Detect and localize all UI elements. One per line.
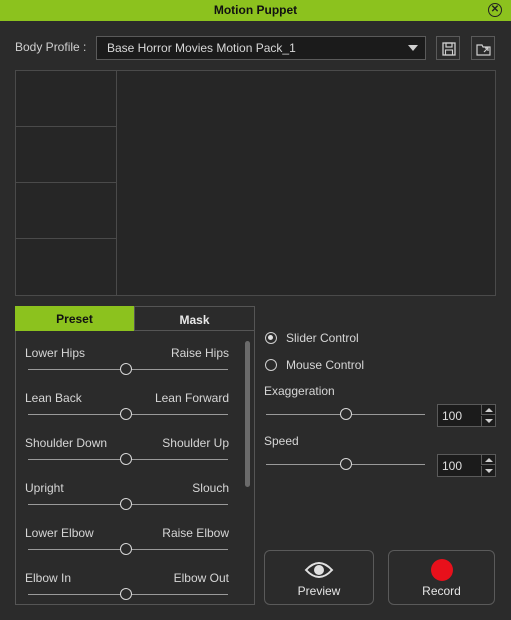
body-profile-dropdown[interactable]: Base Horror Movies Motion Pack_1 bbox=[96, 36, 426, 60]
preview-label: Preview bbox=[297, 584, 341, 598]
record-button[interactable]: Record bbox=[388, 550, 495, 605]
slider-control-label: Slider Control bbox=[286, 331, 359, 345]
speed-spinbox[interactable]: 100 bbox=[437, 454, 496, 477]
preset-slider-row: Lean Back Lean Forward bbox=[16, 391, 246, 436]
speed-label: Speed bbox=[264, 434, 299, 448]
tab-mask[interactable]: Mask bbox=[134, 306, 255, 331]
exaggeration-label: Exaggeration bbox=[264, 384, 335, 398]
thumbnail-slot[interactable] bbox=[16, 183, 116, 239]
slider-min-label: Upright bbox=[25, 481, 64, 495]
exaggeration-slider-handle[interactable] bbox=[340, 408, 352, 420]
preset-slider-row: Upright Slouch bbox=[16, 481, 246, 526]
import-profile-button[interactable] bbox=[471, 36, 495, 60]
speed-value: 100 bbox=[442, 459, 463, 473]
exaggeration-value: 100 bbox=[442, 409, 463, 423]
preview-button[interactable]: Preview bbox=[264, 550, 374, 605]
body-profile-value: Base Horror Movies Motion Pack_1 bbox=[107, 41, 296, 55]
slider-min-label: Elbow In bbox=[25, 571, 72, 585]
slider-max-label: Raise Elbow bbox=[162, 526, 229, 540]
record-label: Record bbox=[422, 584, 461, 598]
slider-max-label: Shoulder Up bbox=[162, 436, 229, 450]
radio-selected-icon bbox=[265, 332, 277, 344]
slider-min-label: Lower Elbow bbox=[25, 526, 94, 540]
record-icon bbox=[430, 559, 453, 581]
slider-min-label: Shoulder Down bbox=[25, 436, 108, 450]
spin-down-icon[interactable] bbox=[481, 416, 495, 426]
thumbnail-slot[interactable] bbox=[16, 127, 116, 183]
spin-up-icon[interactable] bbox=[481, 455, 495, 465]
preset-mask-tabs: Preset Mask bbox=[15, 306, 255, 331]
body-profile-label: Body Profile : bbox=[15, 40, 87, 54]
spin-down-icon[interactable] bbox=[481, 466, 495, 476]
title-bar: Motion Puppet ✕ bbox=[0, 0, 511, 21]
preset-slider-row: Lower Hips Raise Hips bbox=[16, 346, 246, 391]
thumbnail-column bbox=[16, 71, 117, 295]
close-icon[interactable]: ✕ bbox=[488, 3, 502, 17]
save-icon bbox=[442, 42, 456, 56]
preset-panel: Lower Hips Raise Hips Lean Back Lean For… bbox=[15, 331, 255, 605]
slider-max-label: Raise Hips bbox=[170, 346, 229, 360]
window-title: Motion Puppet bbox=[213, 3, 298, 17]
slider-max-label: Slouch bbox=[192, 481, 229, 495]
preset-slider-row: Shoulder Down Shoulder Up bbox=[16, 436, 246, 481]
spin-up-icon[interactable] bbox=[481, 405, 495, 415]
preset-slider-row: Elbow In Elbow Out bbox=[16, 571, 246, 604]
slider-handle[interactable] bbox=[120, 498, 132, 510]
eye-icon bbox=[304, 562, 334, 578]
slider-handle[interactable] bbox=[120, 453, 132, 465]
tab-preset[interactable]: Preset bbox=[15, 306, 134, 331]
slider-handle[interactable] bbox=[120, 588, 132, 600]
slider-min-label: Lean Back bbox=[25, 391, 82, 405]
save-profile-button[interactable] bbox=[436, 36, 460, 60]
slider-handle[interactable] bbox=[120, 543, 132, 555]
chevron-down-icon bbox=[408, 45, 418, 51]
thumbnail-slot[interactable] bbox=[16, 71, 116, 127]
slider-min-label: Lower Hips bbox=[25, 346, 86, 360]
preset-scrollbar[interactable] bbox=[245, 341, 250, 487]
radio-unselected-icon bbox=[265, 359, 277, 371]
mouse-control-label: Mouse Control bbox=[286, 358, 365, 372]
preview-viewport[interactable] bbox=[15, 70, 496, 296]
folder-import-icon bbox=[476, 44, 491, 56]
preset-slider-row: Lower Elbow Raise Elbow bbox=[16, 526, 246, 571]
slider-max-label: Lean Forward bbox=[154, 391, 229, 405]
slider-handle[interactable] bbox=[120, 408, 132, 420]
thumbnail-slot[interactable] bbox=[16, 239, 116, 295]
slider-max-label: Elbow Out bbox=[173, 571, 229, 585]
exaggeration-spinbox[interactable]: 100 bbox=[437, 404, 496, 427]
slider-handle[interactable] bbox=[120, 363, 132, 375]
speed-slider-handle[interactable] bbox=[340, 458, 352, 470]
